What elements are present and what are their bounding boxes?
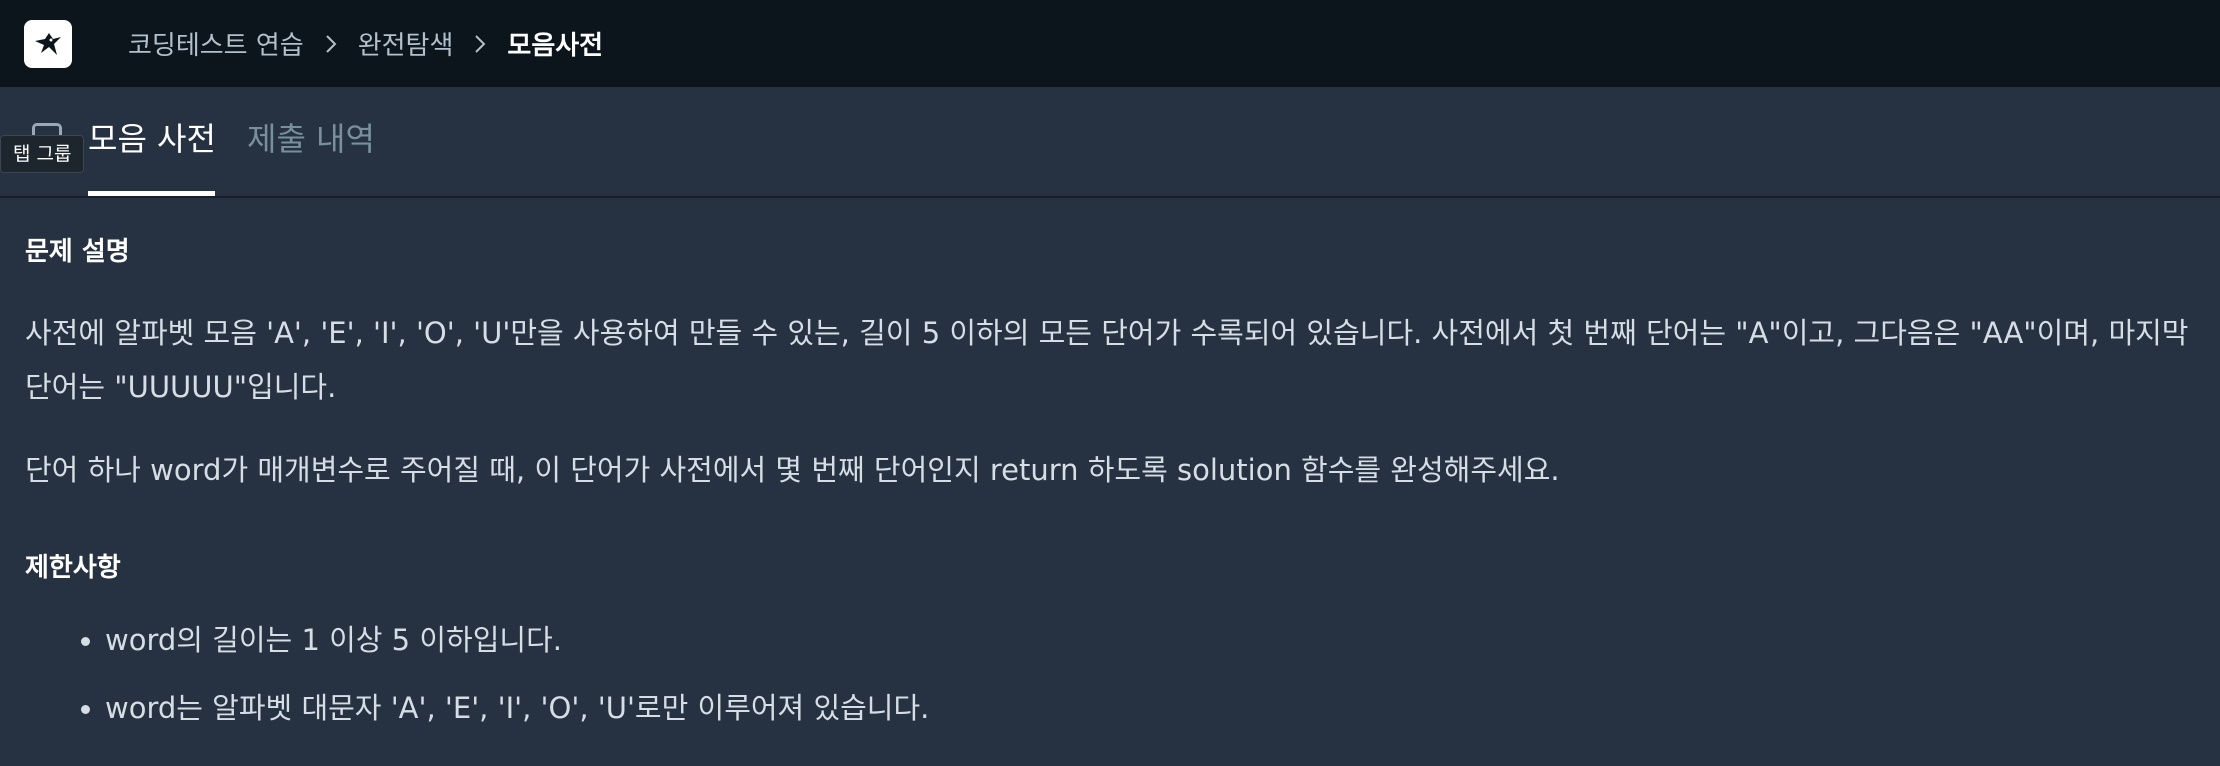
breadcrumb-brute-force[interactable]: 완전탐색 [358,25,454,62]
description-heading: 문제 설명 [25,237,130,267]
chevron-right-icon [467,31,493,57]
constraint-item: word의 길이는 1 이상 5 이하입니다. [80,616,929,684]
description-paragraph-1: 사전에 알파벳 모음 'A', 'E', 'I', 'O', 'U'만을 사용하… [25,316,2189,404]
tab-bar: 탭 그룹 모음 사전 제출 내역 [0,87,2220,198]
hummingbird-logo-icon[interactable] [24,19,72,68]
description-paragraph-2: 단어 하나 word가 매개변수로 주어질 때, 이 단어가 사전에서 몇 번째… [25,453,1560,487]
constraint-item: word는 알파벳 대문자 'A', 'E', 'I', 'O', 'U'로만 … [80,684,929,752]
tab-group-tooltip: 탭 그룹 [0,135,85,173]
tab-problem[interactable]: 모음 사전 [88,117,216,161]
constraints-heading: 제한사항 [25,553,121,583]
breadcrumb-coding-test[interactable]: 코딩테스트 연습 [128,25,304,62]
breadcrumb-current-page: 모음사전 [507,31,604,61]
tab-submissions[interactable]: 제출 내역 [247,117,375,161]
breadcrumb: 코딩테스트 연습 완전탐색 모음사전 [128,25,603,62]
chevron-right-icon [318,31,344,57]
active-tab-indicator [88,191,215,196]
top-navigation-bar: 코딩테스트 연습 완전탐색 모음사전 [0,0,2220,87]
constraints-list: word의 길이는 1 이상 5 이하입니다. word는 알파벳 대문자 'A… [80,616,929,752]
